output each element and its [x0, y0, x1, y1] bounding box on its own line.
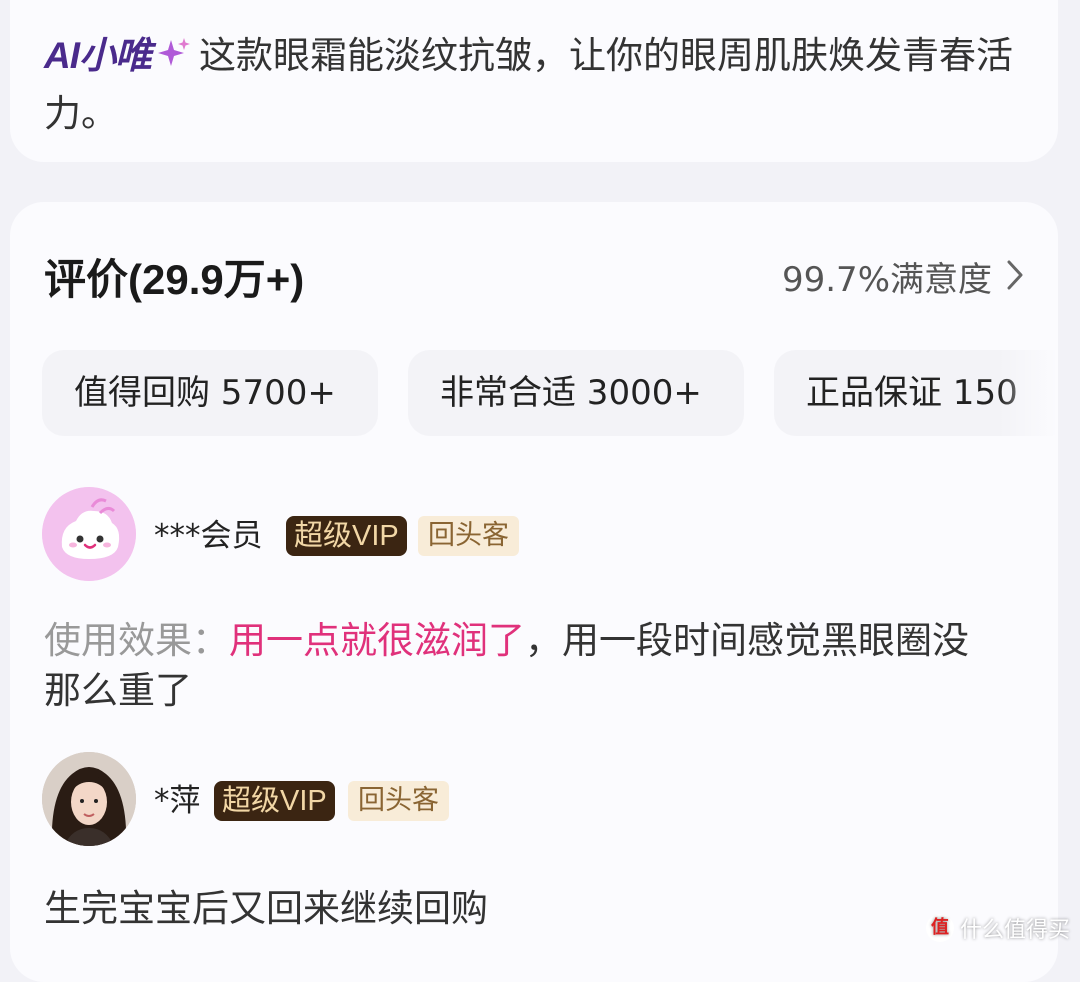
returner-badge: 回头客 — [348, 781, 449, 821]
vip-badge: 超级VIP — [286, 516, 407, 556]
ai-brand-label: AI小唯 — [44, 35, 152, 76]
review-title: 评价(29.9万+) — [44, 256, 305, 303]
site-watermark: 值 什么值得买 — [925, 912, 1070, 944]
tag-overflow-fade — [998, 350, 1058, 436]
satisfaction-label: 99.7%满意度 — [781, 260, 992, 300]
review-tag[interactable]: 非常合适 3000+ — [408, 350, 744, 436]
returner-badge: 回头客 — [418, 516, 519, 556]
chevron-right-icon — [1006, 256, 1024, 304]
avatar-photo-icon[interactable] — [42, 752, 136, 846]
review-comment: 生完宝宝后又回来继续回购 — [44, 887, 488, 930]
review-comment: 使用效果：用一点就很滋润了，用一段时间感觉黑眼圈没那么重了 — [44, 616, 1004, 716]
watermark-logo-icon: 值 — [925, 914, 954, 942]
review-tag[interactable]: 值得回购 5700+ — [42, 350, 378, 436]
review-user-name: ***会员 — [154, 518, 263, 554]
review-card — [10, 202, 1058, 982]
sparkle-icon — [157, 30, 191, 86]
watermark-text: 什么值得买 — [959, 918, 1070, 943]
ai-summary: AI小唯 这款眼霜能淡纹抗皱，让你的眼周肌肤焕发青春活力。 — [44, 28, 1044, 142]
comment-highlight: 用一点就很滋润了 — [229, 619, 525, 662]
vip-badge: 超级VIP — [214, 781, 335, 821]
review-user-name: *萍 — [154, 783, 201, 819]
avatar-mascot-icon[interactable] — [42, 487, 136, 581]
review-tag-list: 值得回购 5700+ 非常合适 3000+ 正品保证 150 — [42, 350, 1058, 438]
comment-label: 使用效果： — [44, 619, 229, 662]
satisfaction-link[interactable]: 99.7%满意度 — [782, 256, 1024, 304]
